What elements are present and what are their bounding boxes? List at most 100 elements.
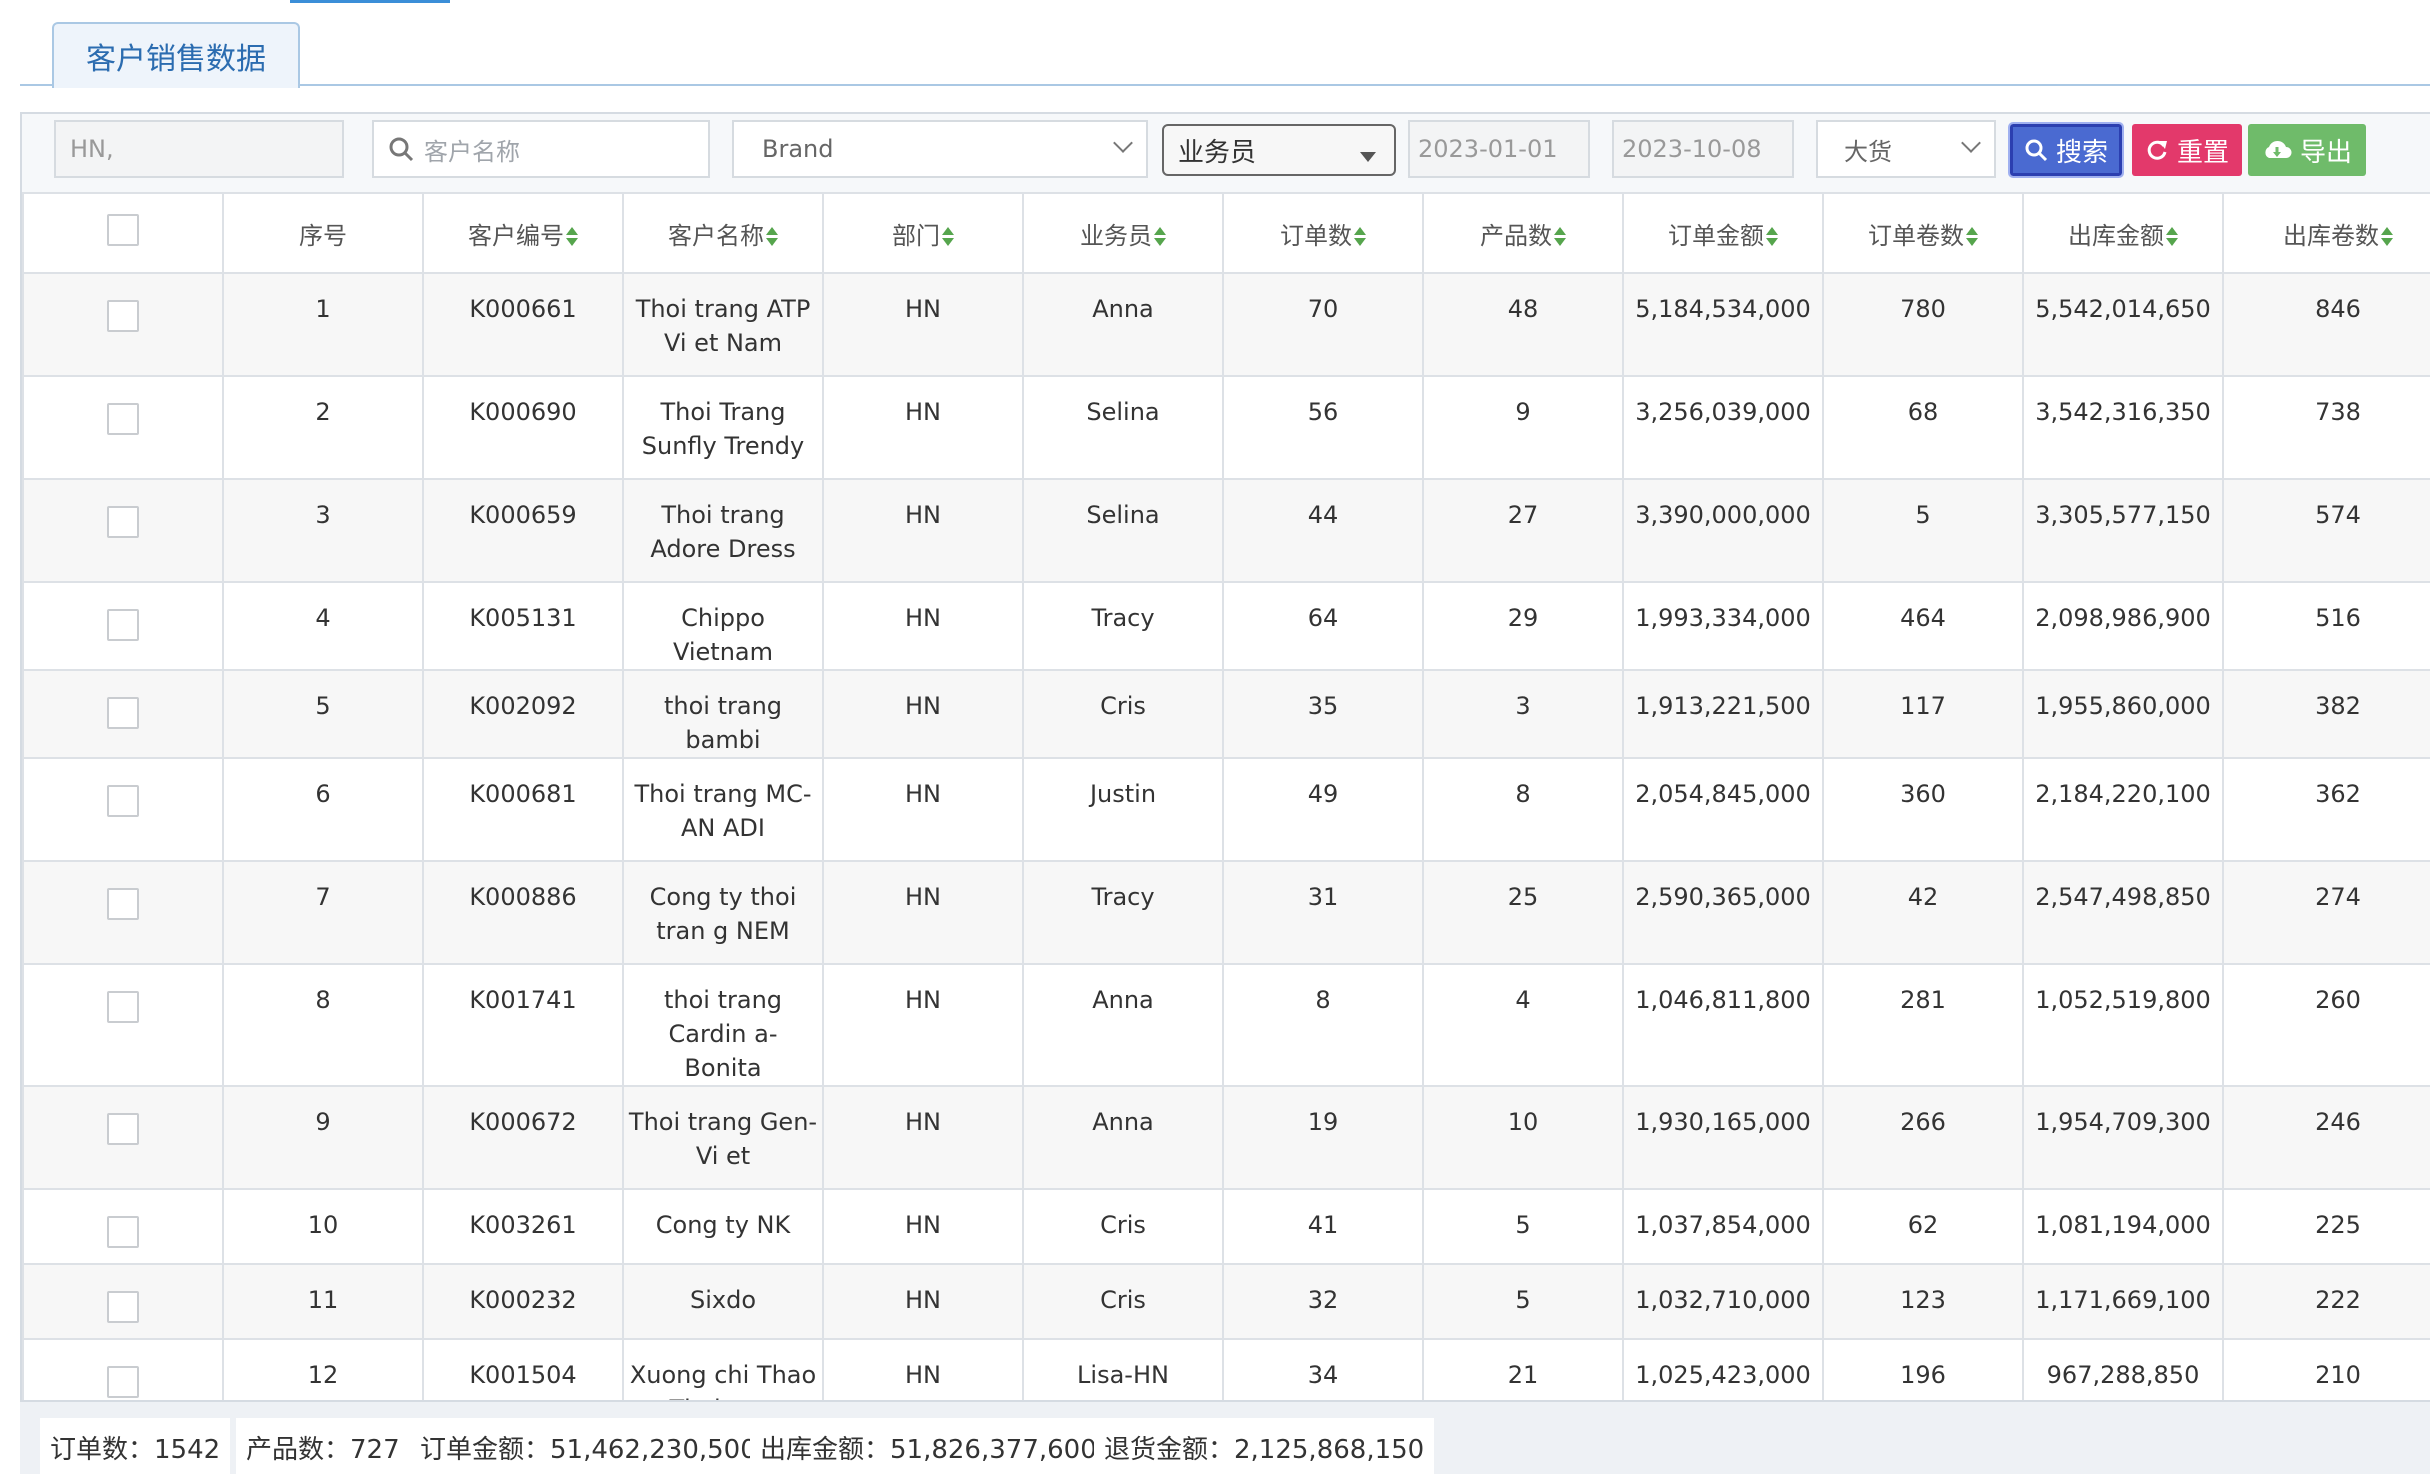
- table-row[interactable]: 5 K002092 thoi trang bambi HN Cris 35 3 1,913,2…: [22, 669, 2430, 759]
- row-checkbox[interactable]: [107, 697, 139, 729]
- table-row[interactable]: 4 K005131 Chippo Vietnam HN Tracy 64 29 1,993,3…: [22, 581, 2430, 671]
- table-row[interactable]: 3 K000659 Thoi trang Adore Dress HN Selina 44…: [22, 478, 2430, 583]
- cell-out-amount: 1,052,519,800: [2022, 963, 2224, 1087]
- cell-products: 10: [1422, 1085, 1624, 1190]
- cell-order-rolls: 281: [1822, 963, 2024, 1087]
- header-order-amount[interactable]: 订单金额: [1622, 192, 1824, 274]
- header-out-amount[interactable]: 出库金额: [2022, 192, 2224, 274]
- order-type-value: 大货: [1844, 137, 1892, 166]
- row-checkbox[interactable]: [107, 609, 139, 641]
- sort-icon[interactable]: [1354, 226, 1366, 248]
- cell-no: 4: [222, 581, 424, 671]
- chevron-down-icon: [1961, 133, 1981, 153]
- cell-out-rolls: 274: [2222, 860, 2430, 965]
- end-date-input[interactable]: 2023-10-08: [1612, 120, 1794, 178]
- sort-icon[interactable]: [2166, 226, 2178, 248]
- tab-customer-sales[interactable]: 客户销售数据: [52, 22, 300, 88]
- cell-order-rolls: 360: [1822, 757, 2024, 862]
- cell-out-rolls: 260: [2222, 963, 2430, 1087]
- cell-customer-name: Cong ty thoi tran g NEM: [622, 860, 824, 965]
- table-row[interactable]: 2 K000690 Thoi Trang Sunfly Trendy HN Selina…: [22, 375, 2430, 480]
- sort-icon[interactable]: [766, 226, 778, 248]
- summary-order-amount: 订单金额：51,462,230,500: [410, 1418, 767, 1474]
- reset-button[interactable]: 重置: [2132, 124, 2242, 176]
- header-customer-code[interactable]: 客户编号: [422, 192, 624, 274]
- header-salesperson[interactable]: 业务员: [1022, 192, 1224, 274]
- search-button[interactable]: 搜索: [2008, 122, 2124, 178]
- cell-customer-name: Thoi Trang Sunfly Trendy: [622, 375, 824, 480]
- cell-out-rolls: 225: [2222, 1188, 2430, 1265]
- cell-out-amount: 3,542,316,350: [2022, 375, 2224, 480]
- cell-order-amount: 1,930,165,000: [1622, 1085, 1824, 1190]
- cell-customer-name: Chippo Vietnam: [622, 581, 824, 671]
- cell-order-rolls: 62: [1822, 1188, 2024, 1265]
- row-checkbox[interactable]: [107, 1291, 139, 1323]
- table-row[interactable]: 11 K000232 Sixdo HN Cris 32 5 1,032,710,000 123 1…: [22, 1263, 2430, 1340]
- cell-out-amount: 1,954,709,300: [2022, 1085, 2224, 1190]
- dept-filter-input[interactable]: HN,: [54, 120, 344, 178]
- reset-button-label: 重置: [2176, 137, 2229, 168]
- header-products[interactable]: 产品数: [1422, 192, 1624, 274]
- sort-icon[interactable]: [1554, 226, 1566, 248]
- sort-icon[interactable]: [942, 226, 954, 248]
- row-checkbox[interactable]: [107, 1216, 139, 1248]
- header-select-all[interactable]: [22, 192, 224, 274]
- header-order-rolls[interactable]: 订单卷数: [1822, 192, 2024, 274]
- row-checkbox[interactable]: [107, 785, 139, 817]
- cell-customer-code: K000690: [422, 375, 624, 480]
- brand-select[interactable]: Brand: [732, 120, 1148, 178]
- cell-products: 5: [1422, 1188, 1624, 1265]
- summary-orders: 订单数：1542: [40, 1418, 231, 1474]
- table-row[interactable]: 6 K000681 Thoi trang MC-AN ADI HN Justin 49 8 2…: [22, 757, 2430, 862]
- row-checkbox[interactable]: [107, 888, 139, 920]
- tab-bar: 客户销售数据: [20, 0, 2430, 88]
- customer-search-input[interactable]: 客户名称: [372, 120, 710, 178]
- header-dept[interactable]: 部门: [822, 192, 1024, 274]
- cell-order-rolls: 266: [1822, 1085, 2024, 1190]
- header-customer-name[interactable]: 客户名称: [622, 192, 824, 274]
- row-checkbox[interactable]: [107, 1113, 139, 1145]
- sort-icon[interactable]: [1766, 226, 1778, 248]
- sort-icon[interactable]: [2381, 226, 2393, 248]
- header-label: 订单数: [1280, 221, 1352, 250]
- order-type-select[interactable]: 大货: [1816, 120, 1996, 178]
- row-checkbox[interactable]: [107, 991, 139, 1023]
- table-row[interactable]: 7 K000886 Cong ty thoi tran g NEM HN Tracy 31…: [22, 860, 2430, 965]
- sort-icon[interactable]: [566, 226, 578, 248]
- cell-order-amount: 1,032,710,000: [1622, 1263, 1824, 1340]
- table-row[interactable]: 10 K003261 Cong ty NK HN Cris 41 5 1,037,854,00…: [22, 1188, 2430, 1265]
- cell-order-amount: 3,390,000,000: [1622, 478, 1824, 583]
- cell-dept: HN: [822, 272, 1024, 377]
- header-out-rolls[interactable]: 出库卷数: [2222, 192, 2430, 274]
- row-checkbox[interactable]: [107, 403, 139, 435]
- cell-order-rolls: 5: [1822, 478, 2024, 583]
- search-icon: [2025, 139, 2048, 162]
- cell-dept: HN: [822, 581, 1024, 671]
- table-row[interactable]: 1 K000661 Thoi trang ATP Vi et Nam HN Anna 70…: [22, 272, 2430, 377]
- cell-out-rolls: 246: [2222, 1085, 2430, 1190]
- cell-no: 6: [222, 757, 424, 862]
- sort-icon[interactable]: [1154, 226, 1166, 248]
- sort-icon[interactable]: [1966, 226, 1978, 248]
- cell-customer-code: K000886: [422, 860, 624, 965]
- cell-products: 8: [1422, 757, 1624, 862]
- cell-no: 5: [222, 669, 424, 759]
- row-checkbox[interactable]: [107, 300, 139, 332]
- start-date-input[interactable]: 2023-01-01: [1408, 120, 1590, 178]
- cell-salesperson: Tracy: [1022, 860, 1224, 965]
- cell-customer-code: K001741: [422, 963, 624, 1087]
- cell-products: 9: [1422, 375, 1624, 480]
- table-row[interactable]: 9 K000672 Thoi trang Gen-Vi et HN Anna 19 10 1,…: [22, 1085, 2430, 1190]
- cell-salesperson: Cris: [1022, 1263, 1224, 1340]
- row-checkbox[interactable]: [107, 506, 139, 538]
- header-orders[interactable]: 订单数: [1222, 192, 1424, 274]
- export-button-label: 导出: [2299, 137, 2352, 168]
- cell-order-amount: 2,054,845,000: [1622, 757, 1824, 862]
- export-button[interactable]: 导出: [2248, 124, 2366, 176]
- table-row[interactable]: 8 K001741 thoi trang Cardin a- Bonita HN Ann…: [22, 963, 2430, 1087]
- row-checkbox[interactable]: [107, 1366, 139, 1398]
- select-all-checkbox[interactable]: [107, 214, 139, 246]
- cell-select: [22, 478, 224, 583]
- salesperson-select[interactable]: 业务员: [1162, 124, 1396, 176]
- cell-no: 2: [222, 375, 424, 480]
